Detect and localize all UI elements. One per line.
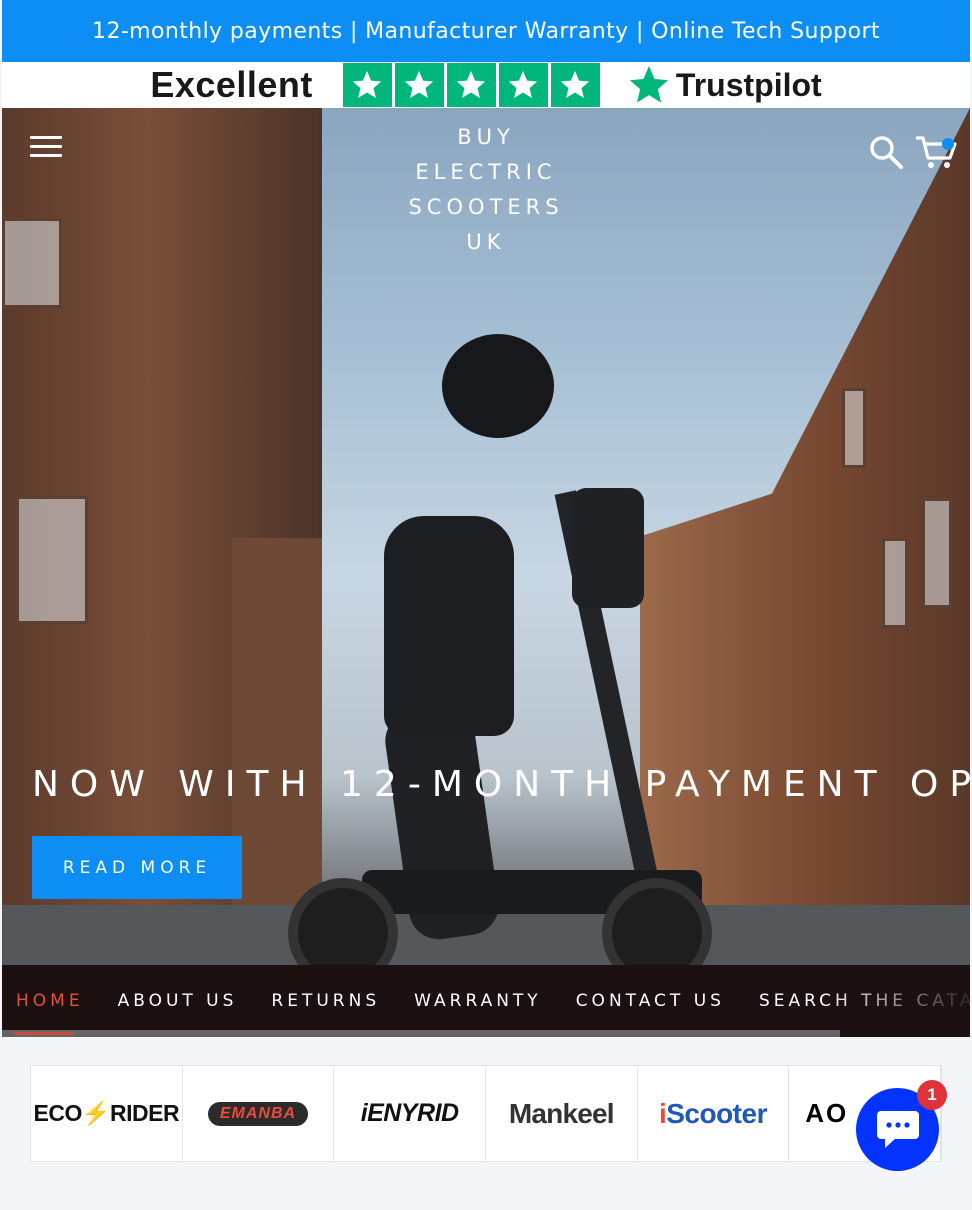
mankeel-logo: Mankeel (508, 1097, 615, 1129)
chat-bubble-icon (876, 1110, 919, 1148)
star-icon (394, 63, 444, 107)
menu-icon[interactable] (30, 136, 62, 162)
announcement-text: 12-monthly payments | Manufacturer Warra… (92, 18, 880, 44)
hero-window (922, 498, 952, 608)
brand-logo-strip: ECO⚡RIDER EMANBA iENYRID Mankeel iScoote… (30, 1065, 942, 1162)
announcement-bar: 12-monthly payments | Manufacturer Warra… (2, 0, 970, 62)
ao-logo: AO (805, 1098, 849, 1128)
site-title[interactable]: BUY ELECTRIC SCOOTERS UK (386, 120, 586, 260)
nav-item-returns[interactable]: RETURNS (271, 991, 380, 1011)
brand-mankeel[interactable]: Mankeel (486, 1066, 638, 1161)
nav-item-contact-us[interactable]: CONTACT US (576, 991, 725, 1011)
cart-icon[interactable] (914, 134, 960, 170)
star-icon (498, 63, 548, 107)
ienyrid-logo: iENYRID (360, 1099, 459, 1127)
nav-item-about-us[interactable]: ABOUT US (118, 991, 238, 1011)
trustpilot-star-icon (629, 65, 669, 103)
trustpilot-stars (342, 63, 600, 107)
nav-scrollbar[interactable] (2, 1030, 840, 1037)
trustpilot-banner[interactable]: Excellent Trustpilot (2, 62, 970, 108)
trustpilot-logo: Trustpilot (626, 62, 822, 108)
nav-item-warranty[interactable]: WARRANTY (414, 991, 542, 1011)
main-navigation: HOME ABOUT US RETURNS WARRANTY CONTACT U… (2, 965, 970, 1037)
brand-ecorider[interactable]: ECO⚡RIDER (31, 1066, 183, 1161)
bolt-icon: ⚡ (81, 1100, 111, 1126)
site-title-line1: BUY ELECTRIC (415, 125, 557, 184)
trustpilot-rating-word: Excellent (150, 64, 313, 105)
hero-window (882, 538, 908, 628)
hero-building-right (640, 108, 970, 965)
hero-rider-helmet (442, 334, 554, 438)
hero-rider-body (384, 516, 514, 736)
cart-indicator-dot (942, 138, 954, 150)
star-icon (342, 63, 392, 107)
iscooter-logo: iScooter (658, 1097, 768, 1129)
hero-window (842, 388, 866, 468)
search-icon[interactable] (868, 134, 904, 170)
ecorider-logo: ECO⚡RIDER (33, 1100, 180, 1126)
site-header: BUY ELECTRIC SCOOTERS UK (2, 108, 970, 254)
site-title-line2: SCOOTERS UK (408, 195, 564, 254)
hero-scooter-bag (572, 488, 644, 608)
brand-iscooter[interactable]: iScooter (638, 1066, 790, 1161)
nav-item-home[interactable]: HOME (16, 991, 84, 1011)
read-more-button[interactable]: READ MORE (32, 836, 242, 899)
hero-window (16, 496, 88, 624)
trustpilot-brand-text: Trustpilot (675, 66, 822, 103)
brand-ienyrid[interactable]: iENYRID (334, 1066, 486, 1161)
hero-banner: BUY ELECTRIC SCOOTERS UK NOW WITH 12-MON… (2, 108, 970, 965)
star-icon (446, 63, 496, 107)
nav-scroll-thumb[interactable] (14, 1032, 74, 1035)
emanba-logo: EMANBA (207, 1101, 309, 1126)
star-icon (550, 63, 600, 107)
hero-headline: NOW WITH 12-MONTH PAYMENT OPTIONS (32, 764, 970, 805)
hero-window (2, 218, 62, 308)
nav-fade-overlay (820, 965, 970, 1037)
brand-emanba[interactable]: EMANBA (183, 1066, 335, 1161)
chat-unread-badge: 1 (917, 1080, 947, 1110)
